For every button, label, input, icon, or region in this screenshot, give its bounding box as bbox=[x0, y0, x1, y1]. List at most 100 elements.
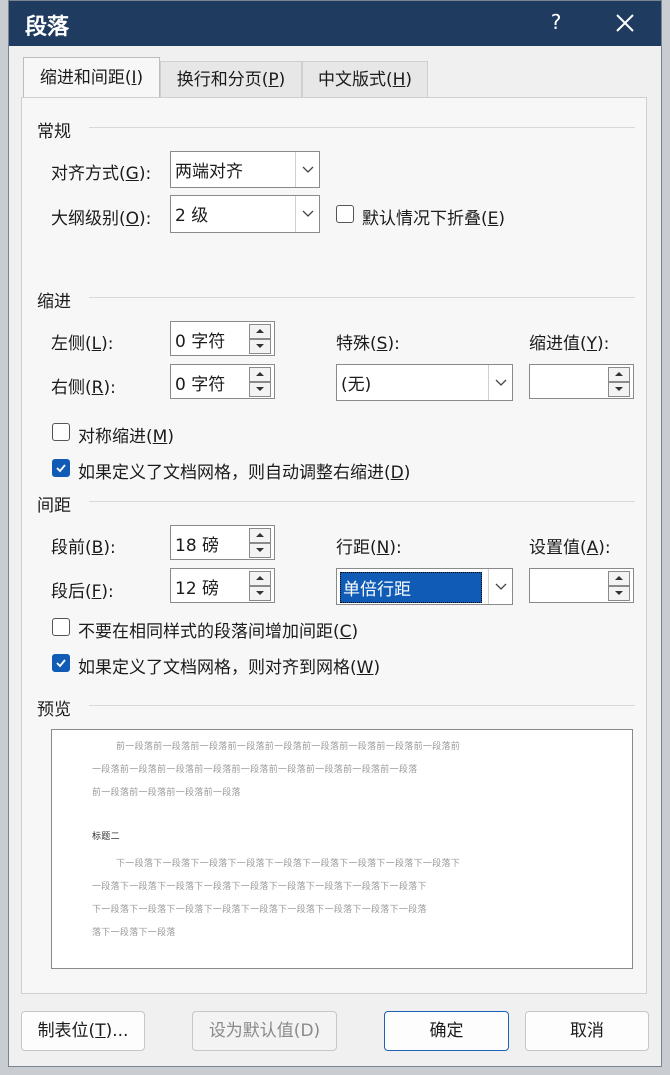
spin-down-button[interactable] bbox=[249, 339, 271, 354]
preview-next-line: 一段落下一段落下一段落下一段落下一段落下一段落下一段落下一段落下一段落下 bbox=[92, 882, 427, 892]
spin-up-button[interactable] bbox=[608, 571, 630, 586]
ok-button[interactable]: 确定 bbox=[384, 1011, 509, 1051]
indent-by-label: 缩进值(Y): bbox=[529, 329, 609, 354]
cancel-button[interactable]: 取消 bbox=[525, 1011, 649, 1051]
mirror-indents-checkbox[interactable] bbox=[52, 423, 70, 441]
spin-down-button[interactable] bbox=[249, 586, 271, 601]
indent-right-label: 右侧(R): bbox=[51, 373, 116, 398]
up-arrow-icon bbox=[256, 533, 264, 537]
close-button[interactable] bbox=[609, 7, 641, 39]
spin-down-button[interactable] bbox=[608, 586, 630, 601]
tab-label: 换行和分页( bbox=[176, 70, 269, 90]
label-text: 如果定义了文档网格，则对齐到网格( bbox=[78, 658, 357, 678]
help-button[interactable]: ? bbox=[546, 10, 566, 34]
label-text: 默认情况下折叠( bbox=[362, 209, 488, 229]
tab-indents-spacing[interactable]: 缩进和间距(I) bbox=[23, 57, 160, 98]
label-key: O bbox=[125, 209, 140, 229]
up-arrow-icon bbox=[256, 329, 264, 333]
paragraph-dialog: 段落 ? 缩进和间距(I) 换行和分页(P) 中文版式(H) 常规 对齐方式(G… bbox=[8, 0, 662, 1067]
alignment-value: 两端对齐 bbox=[175, 162, 243, 182]
label-text: 缩进值( bbox=[529, 334, 587, 354]
label-end: ): bbox=[597, 334, 610, 354]
label-end: ) bbox=[498, 209, 506, 229]
divider bbox=[89, 705, 635, 706]
spacing-after-spinner[interactable]: 12 磅 bbox=[170, 568, 275, 603]
label-text: 段前( bbox=[51, 538, 92, 558]
outline-level-dropdown[interactable]: 2 级 bbox=[170, 195, 320, 233]
indent-left-spinner[interactable]: 0 字符 bbox=[170, 321, 275, 356]
no-space-same-style-checkbox[interactable] bbox=[52, 618, 70, 636]
indent-left-label: 左侧(L): bbox=[51, 329, 114, 354]
tab-end: ) bbox=[136, 68, 144, 88]
spin-up-button[interactable] bbox=[249, 571, 271, 586]
section-spacing: 间距 bbox=[37, 496, 71, 516]
spin-up-button[interactable] bbox=[608, 367, 630, 382]
spin-down-button[interactable] bbox=[608, 382, 630, 397]
label-end: ): bbox=[389, 538, 402, 558]
down-arrow-icon bbox=[256, 387, 264, 391]
label-key: F bbox=[91, 582, 102, 602]
preview-next-line: 下一段落下一段落下一段落下一段落下一段落下一段落下一段落下一段落下一段落 bbox=[92, 905, 427, 915]
spacing-at-spinner[interactable] bbox=[529, 568, 634, 603]
label-key: E bbox=[487, 209, 499, 229]
label-key: Y bbox=[586, 334, 598, 354]
spacing-before-label: 段前(B): bbox=[51, 533, 116, 558]
indent-right-spinner[interactable]: 0 字符 bbox=[170, 364, 275, 399]
chevron-down-icon[interactable] bbox=[295, 196, 319, 232]
close-icon bbox=[616, 14, 634, 32]
spacing-after-value: 12 磅 bbox=[175, 579, 220, 599]
tab-end: ) bbox=[278, 70, 286, 90]
preview-prev-line: 前一段落前一段落前一段落前一段落前一段落前一段落前一段落前一段落前一段落前 bbox=[116, 742, 461, 752]
line-spacing-label: 行距(N): bbox=[336, 533, 402, 558]
set-as-default-button[interactable]: 设为默认值(D) bbox=[192, 1011, 337, 1051]
chevron-down-icon[interactable] bbox=[488, 365, 512, 400]
label-text: 段后( bbox=[51, 582, 92, 602]
no-space-same-style-label: 不要在相同样式的段落间增加间距(C) bbox=[78, 617, 358, 642]
label-key: N bbox=[376, 538, 390, 558]
tab-label: 缩进和间距( bbox=[39, 68, 132, 88]
spacing-at-label: 设置值(A): bbox=[529, 533, 611, 558]
line-spacing-dropdown[interactable]: 单倍行距 bbox=[336, 568, 513, 605]
auto-adjust-right-indent-label: 如果定义了文档网格，则自动调整右缩进(D) bbox=[78, 458, 410, 483]
alignment-dropdown[interactable]: 两端对齐 bbox=[170, 151, 320, 188]
indent-right-value: 0 字符 bbox=[175, 375, 226, 395]
special-indent-dropdown[interactable]: (无) bbox=[336, 364, 513, 401]
label-end: ) bbox=[403, 463, 411, 483]
collapse-by-default-checkbox[interactable] bbox=[336, 205, 354, 223]
auto-adjust-right-indent-checkbox[interactable] bbox=[52, 459, 70, 477]
label-end: ): bbox=[103, 538, 116, 558]
label-end: ): bbox=[598, 538, 611, 558]
down-arrow-icon bbox=[256, 548, 264, 552]
special-indent-value: (无) bbox=[341, 375, 372, 395]
tab-line-page-breaks[interactable]: 换行和分页(P) bbox=[160, 61, 302, 97]
tab-asian-typography[interactable]: 中文版式(H) bbox=[302, 61, 428, 97]
divider bbox=[89, 127, 635, 128]
outline-level-label: 大纲级别(O): bbox=[51, 204, 151, 229]
snap-to-grid-checkbox[interactable] bbox=[52, 654, 70, 672]
spin-up-button[interactable] bbox=[249, 367, 271, 382]
label-key: W bbox=[356, 658, 374, 678]
spin-down-button[interactable] bbox=[249, 543, 271, 558]
chevron-down-icon[interactable] bbox=[295, 152, 319, 187]
up-arrow-icon bbox=[256, 576, 264, 580]
indent-by-spinner[interactable] bbox=[529, 364, 634, 399]
spacing-before-spinner[interactable]: 18 磅 bbox=[170, 525, 275, 560]
spin-up-button[interactable] bbox=[249, 528, 271, 543]
collapse-by-default-label: 默认情况下折叠(E) bbox=[362, 204, 505, 229]
spacing-after-label: 段后(F): bbox=[51, 577, 114, 602]
label-text: 右侧( bbox=[51, 378, 92, 398]
down-arrow-icon bbox=[615, 591, 623, 595]
up-arrow-icon bbox=[615, 576, 623, 580]
indent-left-value: 0 字符 bbox=[175, 332, 226, 352]
chevron-down-icon[interactable] bbox=[488, 569, 512, 604]
outline-level-value: 2 级 bbox=[175, 206, 209, 226]
preview-prev-line: 一段落前一段落前一段落前一段落前一段落前一段落前一段落前一段落前一段落 bbox=[92, 765, 418, 775]
spin-up-button[interactable] bbox=[249, 324, 271, 339]
label-end: ): bbox=[103, 378, 116, 398]
spin-down-button[interactable] bbox=[249, 382, 271, 397]
tabs-button[interactable]: 制表位(T)... bbox=[21, 1011, 145, 1051]
label-end: ) bbox=[373, 658, 381, 678]
label-text: 对齐方式( bbox=[51, 164, 126, 184]
label-key: C bbox=[339, 622, 352, 642]
down-arrow-icon bbox=[256, 591, 264, 595]
